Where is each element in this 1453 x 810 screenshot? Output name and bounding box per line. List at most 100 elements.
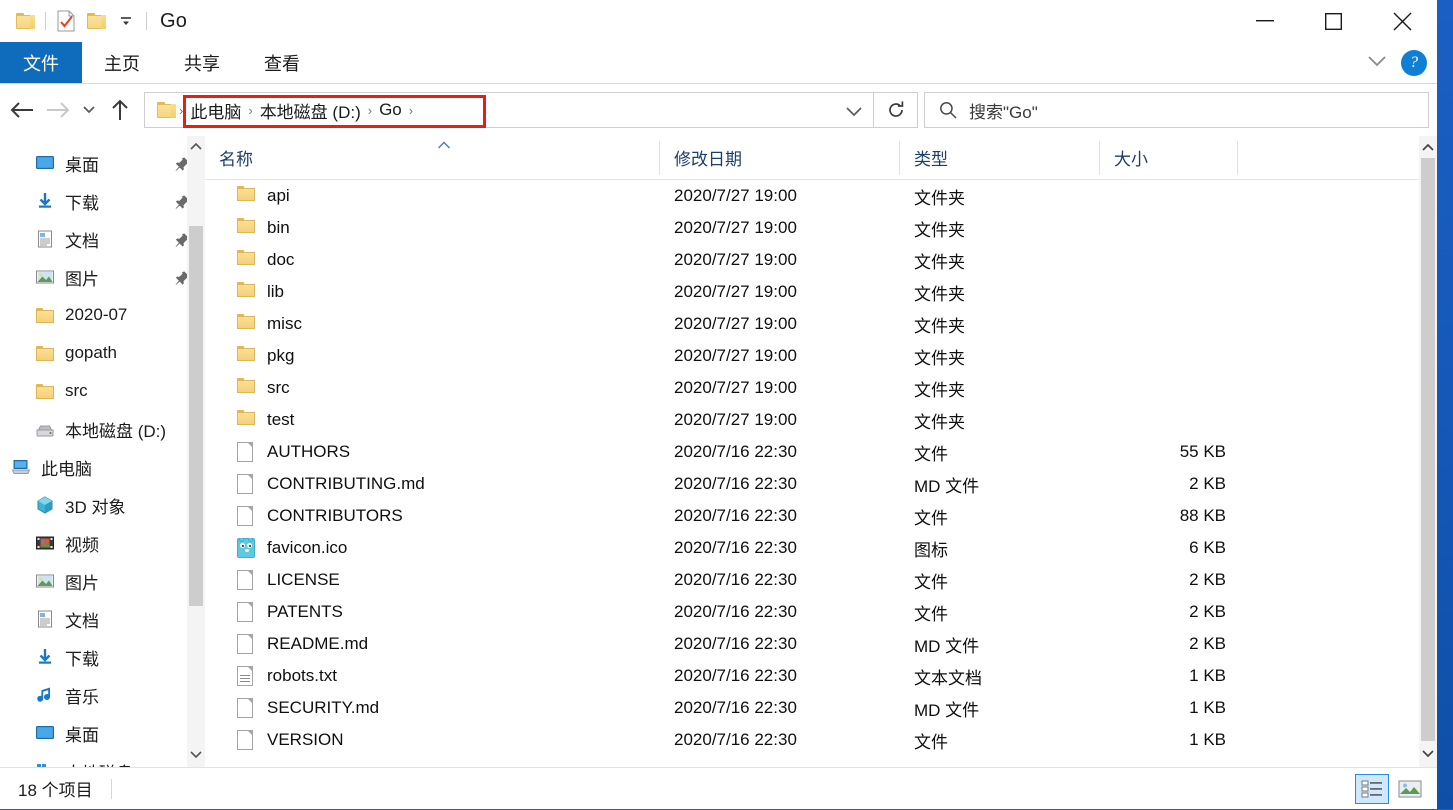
scroll-up-icon[interactable] (187, 136, 205, 156)
table-row[interactable]: pkg 2020/7/27 19:00 文件夹 (205, 340, 1437, 372)
minimize-button[interactable] (1230, 0, 1299, 42)
table-row[interactable]: robots.txt 2020/7/16 22:30 文本文档 1 KB (205, 660, 1437, 692)
sidebar-item-8[interactable]: 此电脑 (0, 448, 205, 486)
table-row[interactable]: AUTHORS 2020/7/16 22:30 文件 55 KB (205, 436, 1437, 468)
folder-icon (34, 345, 56, 361)
breadcrumb[interactable]: › 此电脑 › 本地磁盘 (D:) › Go › (144, 92, 874, 128)
sidebar-item-16[interactable]: 本地磁盘 (C:) (0, 752, 205, 767)
ribbon-tabs: 文件 主页 共享 查看 ? (0, 42, 1437, 84)
cell-name: LICENSE (205, 570, 660, 590)
tab-share[interactable]: 共享 (162, 42, 242, 83)
sidebar-item-5[interactable]: gopath (0, 334, 205, 372)
sidebar-item-15[interactable]: 桌面 (0, 714, 205, 752)
sidebar-item-6[interactable]: src (0, 372, 205, 410)
file-icon (237, 634, 255, 654)
path-folder-icon (157, 102, 176, 118)
breadcrumb-item-this-pc[interactable]: 此电脑 (186, 98, 245, 123)
documents-icon (34, 609, 56, 629)
table-row[interactable]: test 2020/7/27 19:00 文件夹 (205, 404, 1437, 436)
sidebar-item-label: 此电脑 (41, 459, 92, 479)
close-button[interactable] (1368, 0, 1437, 42)
file-name-label: robots.txt (267, 666, 337, 685)
table-row[interactable]: LICENSE 2020/7/16 22:30 文件 2 KB (205, 564, 1437, 596)
search-input[interactable]: 搜索"Go" (924, 92, 1429, 128)
sidebar-item-1[interactable]: 下载 (0, 182, 205, 220)
3d-objects-icon (34, 495, 56, 515)
properties-icon[interactable] (51, 6, 81, 36)
up-button[interactable] (102, 92, 138, 128)
table-row[interactable]: PATENTS 2020/7/16 22:30 文件 2 KB (205, 596, 1437, 628)
table-row[interactable]: VERSION 2020/7/16 22:30 文件 1 KB (205, 724, 1437, 756)
sidebar-item-11[interactable]: 图片 (0, 562, 205, 600)
divider (146, 12, 147, 30)
file-name-label: pkg (267, 346, 295, 365)
refresh-button[interactable] (874, 92, 918, 128)
table-row[interactable]: bin 2020/7/27 19:00 文件夹 (205, 212, 1437, 244)
divider (45, 12, 46, 30)
cell-type: MD 文件 (914, 476, 980, 496)
file-list-scrollbar[interactable] (1419, 136, 1437, 767)
table-row[interactable]: lib 2020/7/27 19:00 文件夹 (205, 276, 1437, 308)
folder-icon (237, 218, 255, 238)
file-name-label: SECURITY.md (267, 698, 380, 717)
breadcrumb-item-drive-d[interactable]: 本地磁盘 (D:) (256, 98, 365, 123)
details-view-button[interactable] (1355, 774, 1389, 804)
sidebar-item-13[interactable]: 下载 (0, 638, 205, 676)
large-icons-view-button[interactable] (1393, 774, 1427, 804)
sidebar-item-0[interactable]: 桌面 (0, 144, 205, 182)
breadcrumb-list: 此电脑 › 本地磁盘 (D:) › Go › (186, 92, 416, 128)
scroll-down-icon[interactable] (1419, 743, 1437, 765)
table-row[interactable]: CONTRIBUTING.md 2020/7/16 22:30 MD 文件 2 KB (205, 468, 1437, 500)
file-icon (237, 730, 255, 750)
cell-size: 1 KB (1189, 666, 1226, 685)
chevron-down-icon[interactable] (1367, 54, 1387, 72)
sidebar-item-4[interactable]: 2020-07 (0, 296, 205, 334)
tab-file[interactable]: 文件 (0, 42, 82, 83)
cell-type: 文件夹 (914, 348, 965, 368)
sidebar-scroll-thumb[interactable] (189, 226, 203, 606)
column-header-size[interactable]: 大小 (1100, 135, 1238, 179)
table-row[interactable]: misc 2020/7/27 19:00 文件夹 (205, 308, 1437, 340)
sidebar-item-label: 下载 (65, 649, 99, 669)
file-name-label: CONTRIBUTING.md (267, 474, 425, 493)
recent-locations-icon[interactable] (76, 92, 102, 128)
maximize-button[interactable] (1299, 0, 1368, 42)
table-row[interactable]: src 2020/7/27 19:00 文件夹 (205, 372, 1437, 404)
cell-name: PATENTS (205, 602, 660, 622)
column-header-name[interactable]: 名称 (205, 135, 660, 179)
file-icon (237, 474, 255, 494)
sidebar-item-10[interactable]: 视频 (0, 524, 205, 562)
file-list-scroll-thumb[interactable] (1421, 158, 1435, 741)
music-icon (34, 685, 56, 705)
scroll-up-icon[interactable] (1419, 136, 1437, 158)
tab-home[interactable]: 主页 (82, 42, 162, 83)
sidebar-item-3[interactable]: 图片 (0, 258, 205, 296)
pictures-icon (34, 571, 56, 591)
folder-icon[interactable] (10, 6, 40, 36)
customize-dropdown-icon[interactable] (111, 6, 141, 36)
table-row[interactable]: favicon.ico 2020/7/16 22:30 图标 6 KB (205, 532, 1437, 564)
column-header-type[interactable]: 类型 (900, 135, 1100, 179)
column-header-date[interactable]: 修改日期 (660, 135, 900, 179)
scroll-down-icon[interactable] (187, 745, 205, 765)
path-dropdown-icon[interactable] (845, 93, 863, 129)
new-folder-icon[interactable] (81, 6, 111, 36)
sidebar-item-12[interactable]: 文档 (0, 600, 205, 638)
sidebar-item-9[interactable]: 3D 对象 (0, 486, 205, 524)
table-row[interactable]: doc 2020/7/27 19:00 文件夹 (205, 244, 1437, 276)
table-row[interactable]: SECURITY.md 2020/7/16 22:30 MD 文件 1 KB (205, 692, 1437, 724)
forward-button[interactable] (40, 92, 76, 128)
table-row[interactable]: api 2020/7/27 19:00 文件夹 (205, 180, 1437, 212)
sidebar-item-7[interactable]: 本地磁盘 (D:) (0, 410, 205, 448)
table-row[interactable]: CONTRIBUTORS 2020/7/16 22:30 文件 88 KB (205, 500, 1437, 532)
breadcrumb-item-go[interactable]: Go (375, 100, 406, 120)
tab-view[interactable]: 查看 (242, 42, 322, 83)
sidebar-item-2[interactable]: 文档 (0, 220, 205, 258)
file-name-label: doc (267, 250, 295, 269)
file-icon (237, 506, 255, 526)
help-icon[interactable]: ? (1401, 50, 1427, 76)
sidebar-item-14[interactable]: 音乐 (0, 676, 205, 714)
table-row[interactable]: README.md 2020/7/16 22:30 MD 文件 2 KB (205, 628, 1437, 660)
back-button[interactable] (4, 92, 40, 128)
sidebar-scrollbar[interactable] (187, 136, 205, 767)
